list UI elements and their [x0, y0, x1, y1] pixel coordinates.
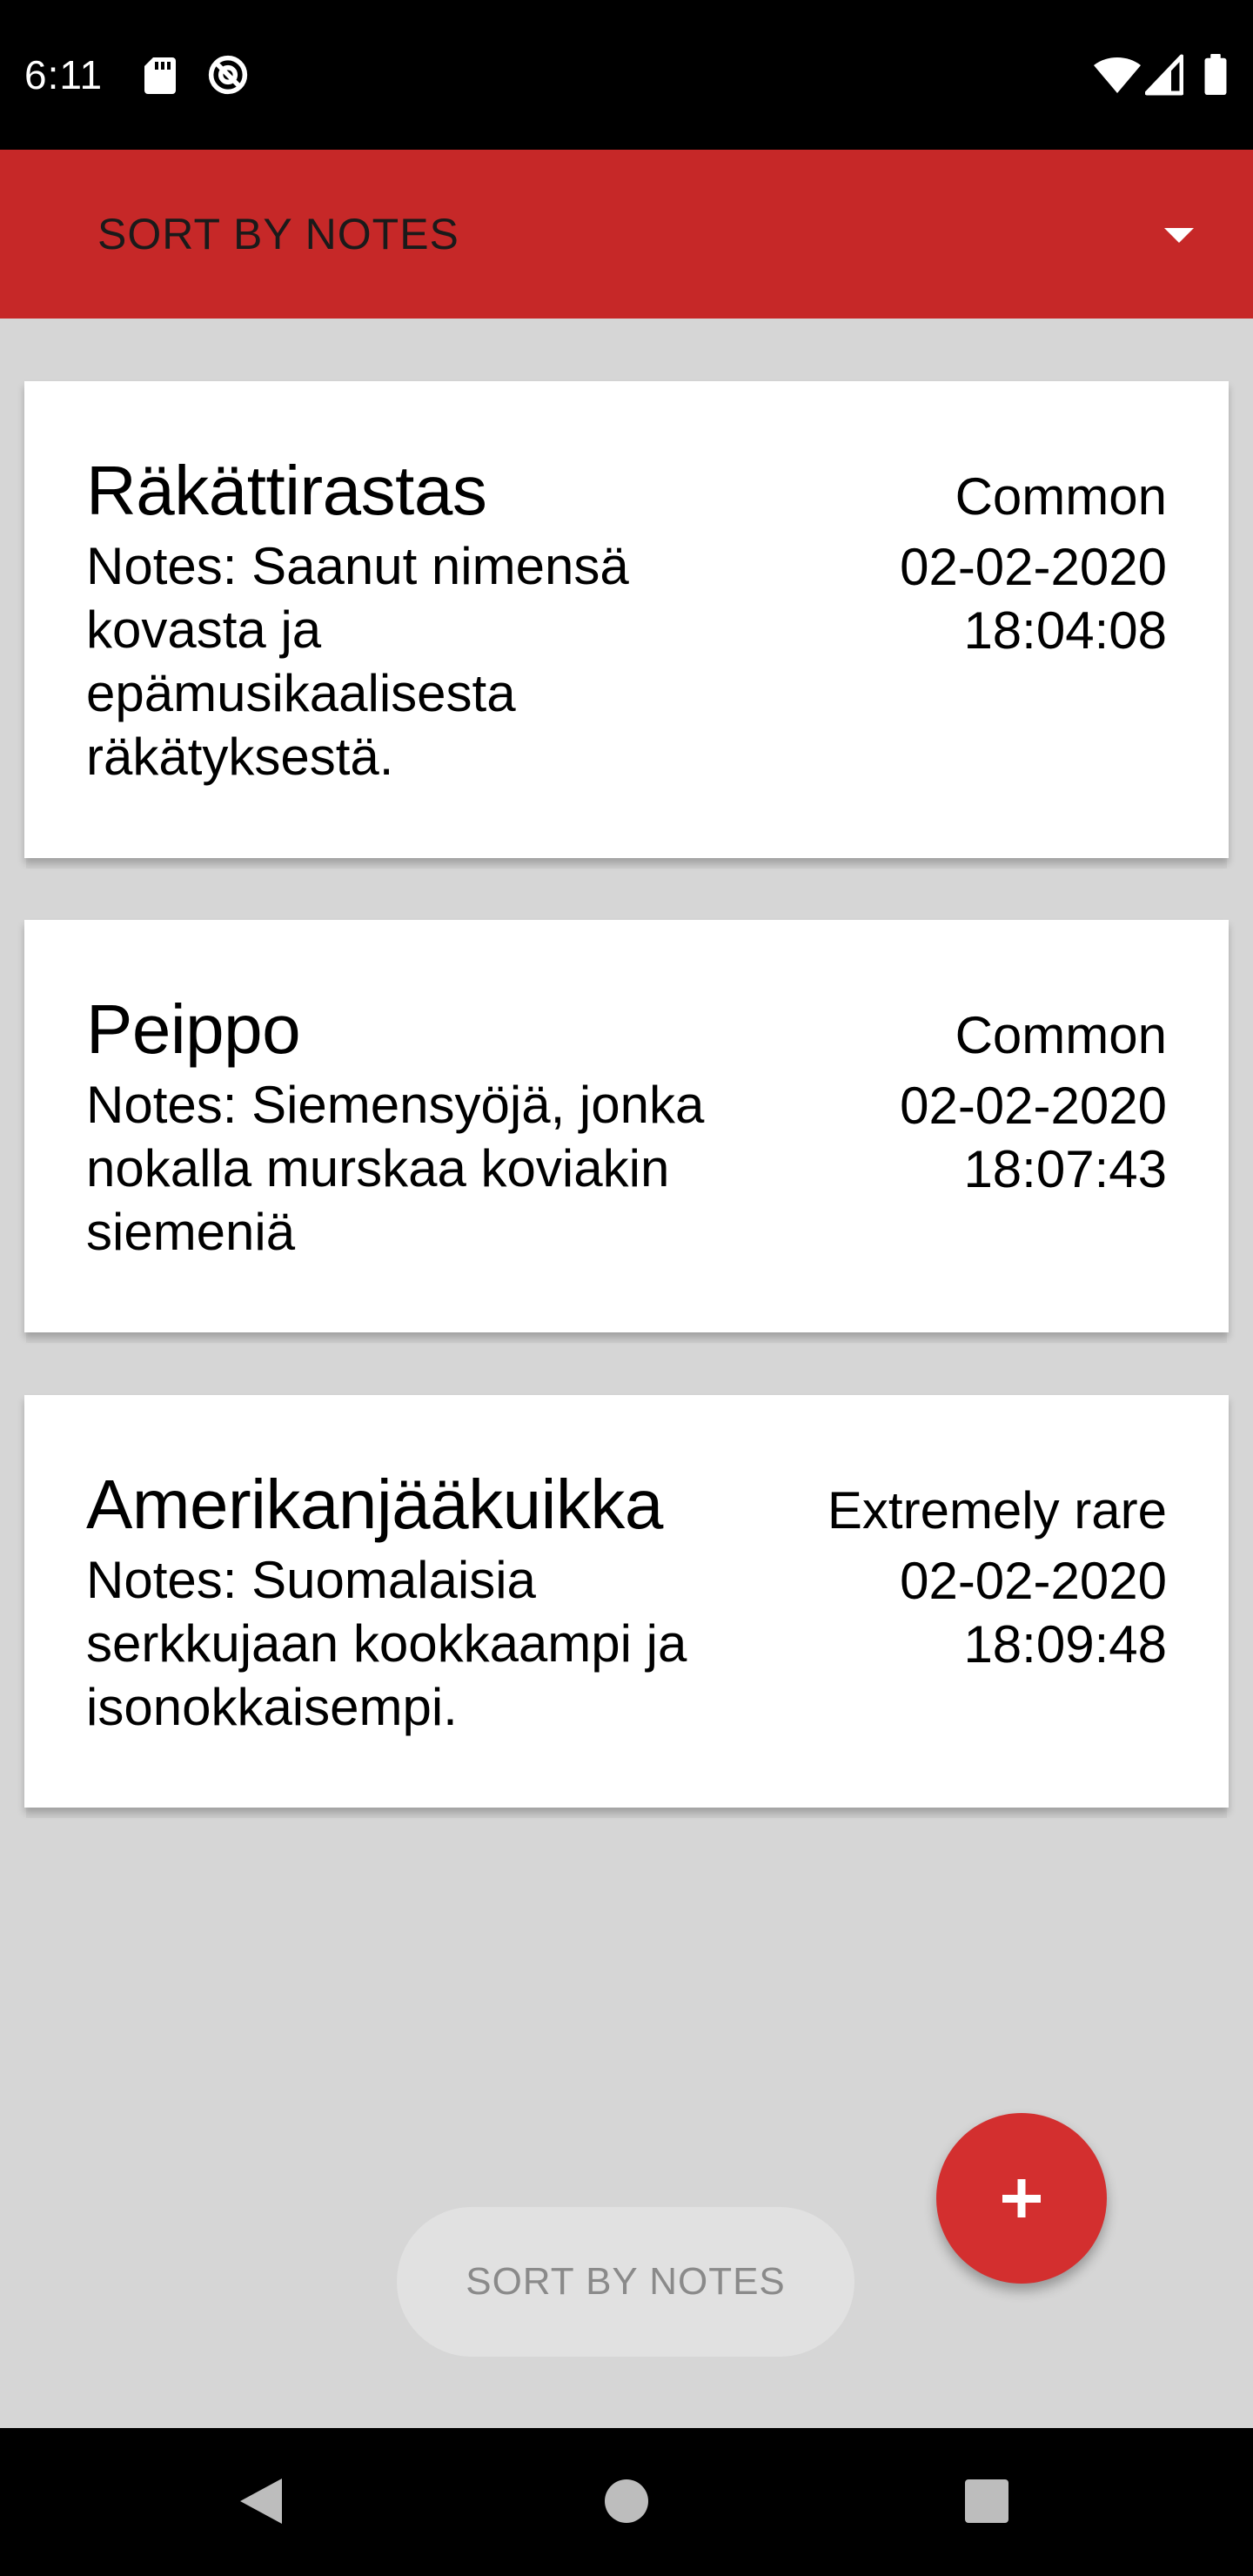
wifi-icon — [1094, 57, 1141, 93]
navigation-bar — [0, 2428, 1253, 2576]
bird-notes: Notes: Saanut nimensä kovasta ja epämusi… — [86, 537, 629, 786]
plus-icon — [1002, 2179, 1041, 2217]
bird-notes: Notes: Siemensyöjä, jonka nokalla murska… — [86, 1076, 705, 1261]
bird-card[interactable]: Peippo Notes: Siemensyöjä, jonka nokalla… — [24, 920, 1229, 1332]
bird-rarity: Common — [955, 467, 1167, 526]
bird-name: Räkättirastas — [86, 452, 487, 529]
battery-icon — [1204, 54, 1227, 96]
sd-card-icon — [144, 57, 176, 94]
bird-meta: Common 02-02-2020 18:07:43 — [900, 1003, 1167, 1201]
status-bar: 6:11 — [0, 0, 1253, 150]
bird-rarity: Extremely rare — [827, 1481, 1167, 1540]
do-not-disturb-icon — [208, 55, 248, 95]
bird-time: 18:09:48 — [963, 1615, 1167, 1674]
sort-button[interactable]: SORT BY NOTES — [397, 2207, 854, 2357]
bird-time: 18:04:08 — [963, 601, 1167, 660]
bird-notes: Notes: Suomalaisia serkkujaan kookkaampi… — [86, 1551, 687, 1736]
recents-icon[interactable] — [943, 2458, 1030, 2545]
status-time: 6:11 — [24, 52, 104, 97]
sort-dropdown-selected: SORT BY NOTES — [97, 210, 459, 258]
cell-signal-icon — [1145, 54, 1183, 96]
bird-name: Amerikanjääkuikka — [86, 1466, 663, 1543]
bird-date: 02-02-2020 — [900, 1077, 1167, 1135]
bird-meta: Common 02-02-2020 18:04:08 — [900, 465, 1167, 662]
bird-date: 02-02-2020 — [900, 1552, 1167, 1610]
home-icon[interactable] — [583, 2458, 670, 2545]
bird-time: 18:07:43 — [963, 1140, 1167, 1198]
bird-card[interactable]: Amerikanjääkuikka Notes: Suomalaisia ser… — [24, 1395, 1229, 1808]
add-bird-button[interactable] — [936, 2113, 1107, 2284]
bird-date: 02-02-2020 — [900, 538, 1167, 596]
bird-meta: Extremely rare 02-02-2020 18:09:48 — [828, 1479, 1167, 1676]
bird-card[interactable]: Räkättirastas Notes: Saanut nimensä kova… — [24, 381, 1229, 858]
bird-name: Peippo — [86, 990, 301, 1068]
bird-rarity: Common — [955, 1006, 1167, 1064]
back-icon[interactable] — [218, 2458, 305, 2545]
dropdown-arrow-icon[interactable] — [1164, 228, 1194, 243]
sort-dropdown[interactable]: SORT BY NOTES — [0, 150, 1253, 319]
